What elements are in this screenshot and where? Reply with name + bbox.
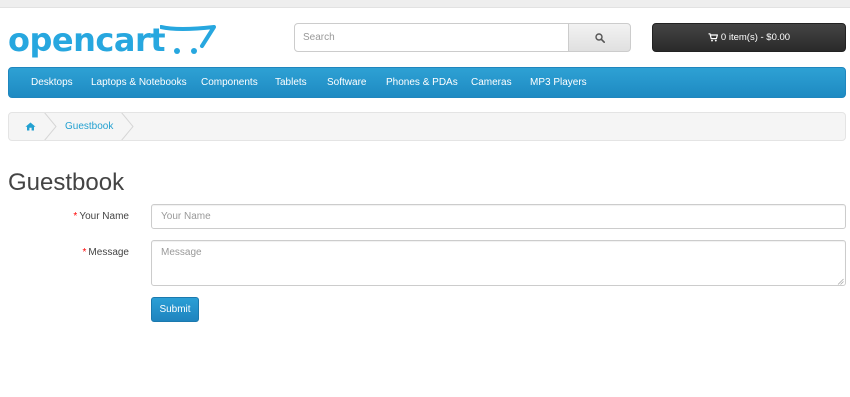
cart-button[interactable]: 0 item(s) - $0.00 [652, 23, 846, 52]
menu-item-phones-pdas[interactable]: Phones & PDAs [386, 68, 458, 97]
main-menu: Desktops Laptops & Notebooks Components … [8, 67, 846, 98]
message-label: * Message [9, 247, 129, 258]
opencart-logo[interactable]: opencart [8, 20, 216, 62]
your-name-input[interactable] [151, 204, 846, 229]
menu-item-software[interactable]: Software [327, 68, 366, 97]
cart-total-label: 0 item(s) - $0.00 [720, 32, 791, 43]
search-group [294, 23, 631, 52]
breadcrumb-home[interactable] [23, 113, 37, 140]
home-icon [25, 122, 35, 131]
search-icon [594, 32, 605, 43]
breadcrumb-separator [44, 113, 57, 140]
menu-item-mp3-players[interactable]: MP3 Players [530, 68, 587, 97]
search-input[interactable] [294, 23, 569, 52]
your-name-label-text: Your Name [79, 211, 129, 222]
breadcrumb-item-guestbook[interactable]: Guestbook [65, 113, 113, 140]
breadcrumb-separator [121, 113, 134, 140]
submit-button[interactable]: Submit [151, 297, 199, 322]
message-textarea[interactable] [151, 240, 846, 286]
your-name-label: * Your Name [9, 211, 129, 222]
breadcrumb: Guestbook [8, 112, 846, 141]
menu-item-cameras[interactable]: Cameras [471, 68, 512, 97]
page-title: Guestbook [8, 169, 125, 196]
required-marker: * [73, 211, 78, 222]
logo-text: opencart [8, 21, 166, 59]
menu-item-components[interactable]: Components [201, 68, 258, 97]
message-label-text: Message [88, 247, 129, 258]
shopping-cart-icon [708, 33, 718, 42]
menu-item-laptops-notebooks[interactable]: Laptops & Notebooks [91, 68, 187, 97]
required-marker: * [82, 247, 87, 258]
logo-cart-icon [160, 25, 216, 54]
top-bar [0, 0, 850, 8]
resize-grip-icon[interactable] [837, 278, 844, 285]
menu-item-desktops[interactable]: Desktops [31, 68, 73, 97]
search-button[interactable] [568, 23, 631, 52]
menu-item-tablets[interactable]: Tablets [275, 68, 307, 97]
